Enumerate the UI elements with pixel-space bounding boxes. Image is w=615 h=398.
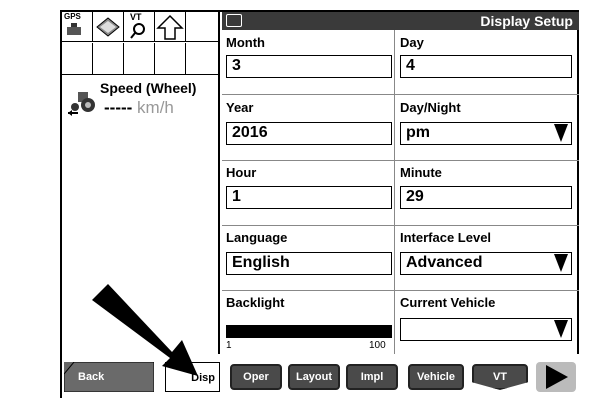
vt-label: VT — [130, 12, 142, 22]
month-label: Month — [226, 35, 265, 50]
dropdown-arrow-icon — [554, 320, 568, 338]
back-tab[interactable]: Back — [64, 362, 154, 392]
column-divider — [394, 30, 395, 354]
up-arrow-icon[interactable] — [155, 12, 186, 42]
shortcut-slot[interactable] — [62, 43, 93, 75]
tractor-icon — [68, 92, 95, 116]
hour-field[interactable]: 1 — [226, 186, 392, 209]
year-field[interactable]: 2016 — [226, 122, 392, 145]
vt-button[interactable]: VT — [472, 364, 528, 390]
gps-label: GPS — [64, 12, 81, 21]
impl-button[interactable]: Impl — [346, 364, 398, 390]
year-value: 2016 — [232, 124, 268, 141]
dropdown-arrow-icon — [554, 124, 568, 142]
empty-icon-slot — [186, 12, 217, 42]
back-label: Back — [78, 371, 105, 383]
row-divider — [222, 160, 579, 161]
layout-label: Layout — [295, 371, 333, 383]
row-divider — [222, 94, 579, 95]
speed-label: Speed (Wheel) — [100, 80, 197, 96]
backlight-slider[interactable] — [226, 325, 392, 338]
day-label: Day — [400, 35, 424, 50]
display-frame: GPS VT Speed (Wheel) ----- km/h Display … — [60, 10, 579, 398]
gps-receiver-icon[interactable]: GPS — [62, 12, 93, 42]
backlight-min: 1 — [226, 340, 232, 351]
shortcut-slot[interactable] — [124, 43, 155, 75]
disp-label: Disp — [191, 372, 215, 384]
vt-search-icon[interactable]: VT — [124, 12, 155, 42]
minute-label: Minute — [400, 165, 442, 180]
day-night-label: Day/Night — [400, 100, 461, 115]
backlight-max: 100 — [369, 340, 386, 351]
title-bar: Display Setup — [222, 12, 579, 30]
speed-value-row: ----- km/h — [104, 98, 174, 118]
speed-unit: km/h — [137, 98, 174, 117]
month-value: 3 — [232, 57, 241, 74]
backlight-label: Backlight — [226, 295, 285, 310]
vehicle-button[interactable]: Vehicle — [408, 364, 464, 390]
interface-level-value: Advanced — [406, 254, 483, 271]
disp-tab[interactable]: Disp — [165, 362, 220, 392]
shortcut-slot[interactable] — [93, 43, 124, 75]
language-field[interactable]: English — [226, 252, 392, 275]
layout-button[interactable]: Layout — [288, 364, 340, 390]
day-field[interactable]: 4 — [400, 55, 572, 78]
hour-label: Hour — [226, 165, 257, 180]
page-title: Display Setup — [480, 13, 573, 29]
hour-value: 1 — [232, 188, 241, 205]
day-value: 4 — [406, 57, 415, 74]
right-arrow-icon — [546, 365, 568, 389]
vehicle-label: Vehicle — [417, 371, 455, 383]
minute-value: 29 — [406, 188, 424, 205]
current-vehicle-label: Current Vehicle — [400, 295, 496, 310]
interface-level-label: Interface Level — [400, 230, 492, 245]
softkey-bar: Back Disp Oper Layout Impl Vehicle VT — [62, 354, 579, 398]
row-divider — [222, 290, 579, 291]
oper-label: Oper — [243, 371, 269, 383]
oper-button[interactable]: Oper — [230, 364, 282, 390]
shortcut-row — [62, 43, 218, 75]
shortcut-slot[interactable] — [155, 43, 186, 75]
language-label: Language — [226, 230, 288, 245]
vt-button-label: VT — [492, 371, 508, 383]
monitor-icon — [226, 14, 242, 27]
year-label: Year — [226, 100, 254, 115]
map-book-icon[interactable] — [93, 12, 124, 42]
speed-value: ----- — [104, 98, 133, 117]
day-night-value: pm — [406, 124, 430, 141]
shortcut-slot[interactable] — [186, 43, 217, 75]
left-panel: GPS VT Speed (Wheel) ----- km/h — [62, 12, 220, 354]
display-setup-panel: Display Setup Month 3 Day 4 Year 2016 Da… — [222, 12, 579, 354]
interface-level-dropdown[interactable]: Advanced — [400, 252, 572, 275]
impl-label: Impl — [360, 371, 384, 383]
row-divider — [222, 225, 579, 226]
status-icon-bar: GPS VT — [62, 12, 218, 42]
month-field[interactable]: 3 — [226, 55, 392, 78]
dropdown-arrow-icon — [554, 254, 568, 272]
next-arrow-button[interactable] — [536, 362, 576, 392]
day-night-dropdown[interactable]: pm — [400, 122, 572, 145]
language-value: English — [232, 254, 290, 271]
minute-field[interactable]: 29 — [400, 186, 572, 209]
current-vehicle-dropdown[interactable] — [400, 318, 572, 341]
